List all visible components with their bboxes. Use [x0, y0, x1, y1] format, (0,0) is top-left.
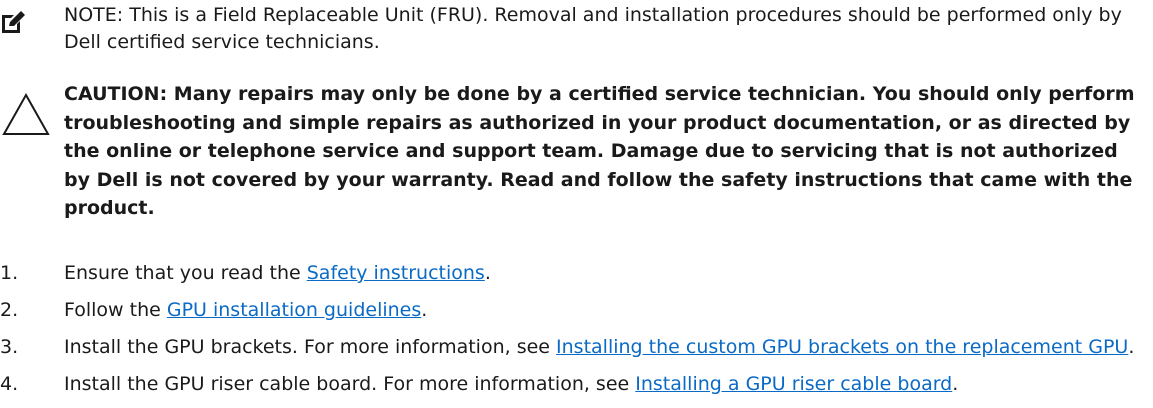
- gpu-installation-guidelines-link[interactable]: GPU installation guidelines: [167, 299, 421, 321]
- caution-block: CAUTION: Many repairs may only be done b…: [0, 80, 1153, 240]
- installing-gpu-brackets-link[interactable]: Installing the custom GPU brackets on th…: [556, 336, 1128, 358]
- safety-instructions-link[interactable]: Safety instructions: [307, 262, 485, 284]
- installation-steps: 1. Ensure that you read the Safety instr…: [0, 260, 1153, 408]
- step-item: 2. Follow the GPU installation guideline…: [0, 297, 1153, 324]
- note-body: This is a Field Replaceable Unit (FRU). …: [64, 4, 1122, 53]
- step-text: Install the GPU brackets. For more infor…: [64, 334, 1149, 361]
- step-text: Follow the GPU installation guidelines.: [64, 297, 1149, 324]
- warning-triangle-icon: [2, 92, 50, 136]
- step-number: 4.: [0, 373, 19, 395]
- step-text-before: Install the GPU brackets. For more infor…: [64, 336, 557, 358]
- step-number: 1.: [0, 262, 19, 284]
- note-text: NOTE: This is a Field Replaceable Unit (…: [64, 2, 1144, 56]
- installing-gpu-riser-cable-board-link[interactable]: Installing a GPU riser cable board: [635, 373, 952, 395]
- step-text: Install the GPU riser cable board. For m…: [64, 371, 1149, 398]
- step-number: 3.: [0, 336, 19, 358]
- caution-text: CAUTION: Many repairs may only be done b…: [64, 83, 1135, 219]
- step-item: 4. Install the GPU riser cable board. Fo…: [0, 371, 1153, 398]
- step-text-after: .: [1128, 336, 1135, 358]
- step-text-before: Follow the: [64, 299, 167, 321]
- step-item: 3. Install the GPU brackets. For more in…: [0, 334, 1153, 361]
- note-label: NOTE:: [64, 4, 124, 26]
- step-text-after: .: [484, 262, 491, 284]
- step-item: 1. Ensure that you read the Safety instr…: [0, 260, 1153, 287]
- step-text-after: .: [421, 299, 428, 321]
- step-text-before: Ensure that you read the: [64, 262, 307, 284]
- note-block: NOTE: This is a Field Replaceable Unit (…: [0, 2, 1153, 58]
- step-text: Ensure that you read the Safety instruct…: [64, 260, 1149, 287]
- step-text-after: .: [952, 373, 959, 395]
- step-text-before: Install the GPU riser cable board. For m…: [64, 373, 636, 395]
- pencil-note-icon: [0, 9, 26, 35]
- step-number: 2.: [0, 299, 19, 321]
